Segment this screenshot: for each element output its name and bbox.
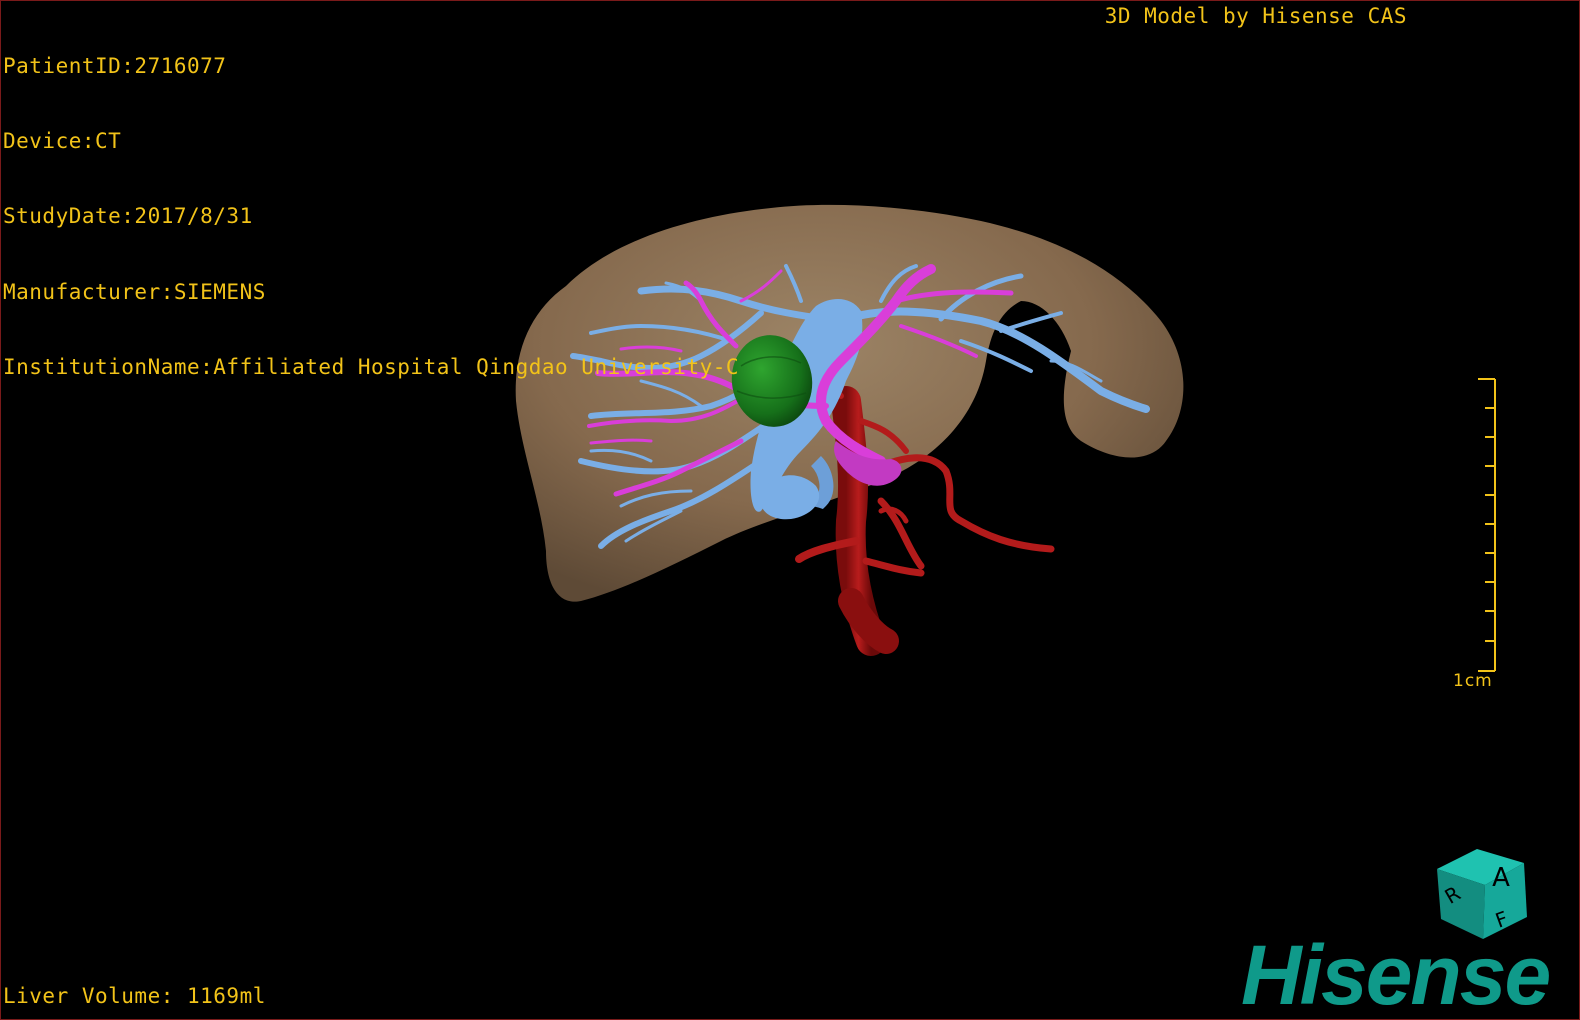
3d-viewport[interactable]: A R F PatientID:2716077 Device:CT StudyD… — [0, 0, 1580, 1020]
cube-face-a: A — [1492, 863, 1510, 893]
scale-bar-label: 1cm — [1453, 671, 1493, 691]
liver-volume: Liver Volume: 1169ml — [3, 984, 266, 1008]
manufacturer: Manufacturer:SIEMENS — [3, 279, 266, 304]
patient-id: PatientID:2716077 — [3, 54, 227, 78]
scale-bar — [1478, 378, 1496, 672]
device: Device:CT — [3, 129, 122, 154]
hisense-logo: Hisense — [1241, 928, 1551, 1020]
study-date: StudyDate:2017/8/31 — [3, 204, 253, 229]
orientation-cube[interactable]: A R F — [1437, 849, 1527, 939]
model-credit: 3D Model by Hisense CAS — [1104, 4, 1407, 28]
institution-name: InstitutionName:Affiliated Hospital Qing… — [3, 354, 740, 379]
dicom-info: PatientID:2716077 Device:CT StudyDate:20… — [3, 4, 739, 430]
